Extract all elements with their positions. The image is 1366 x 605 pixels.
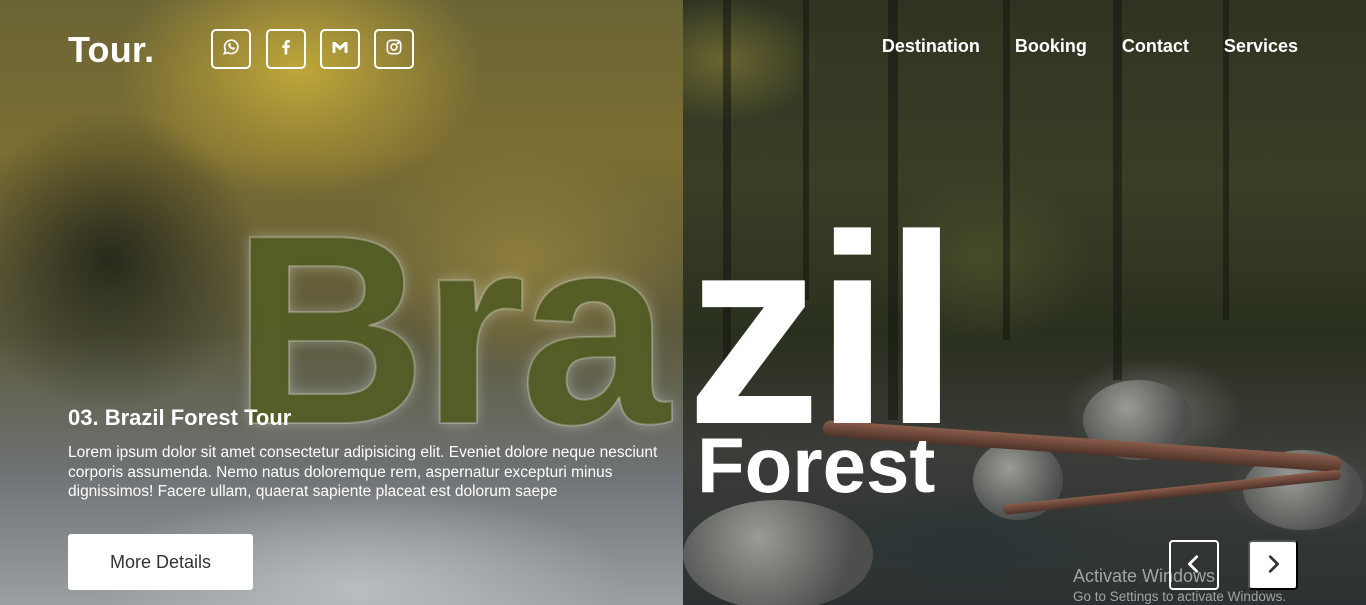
watermark-line2: Go to Settings to activate Windows. — [1073, 589, 1287, 604]
nav-services[interactable]: Services — [1224, 36, 1298, 57]
nav-booking[interactable]: Booking — [1015, 36, 1087, 57]
nav-contact[interactable]: Contact — [1122, 36, 1189, 57]
gmail-link[interactable] — [320, 29, 360, 69]
slider-prev-button[interactable] — [1169, 540, 1219, 590]
main-nav: Destination Booking Contact Services — [882, 36, 1298, 57]
hero-subtitle: Forest — [697, 421, 936, 509]
instagram-icon — [384, 37, 404, 61]
tour-title: 03. Brazil Forest Tour — [68, 405, 292, 430]
site-logo[interactable]: Tour. — [68, 29, 154, 71]
facebook-link[interactable] — [266, 29, 306, 69]
nav-destination[interactable]: Destination — [882, 36, 980, 57]
tour-description: Lorem ipsum dolor sit amet consectetur a… — [68, 444, 658, 500]
facebook-icon — [276, 37, 296, 61]
whatsapp-link[interactable] — [211, 29, 251, 69]
chevron-left-icon — [1183, 553, 1205, 578]
hero-word-left: Bra — [231, 180, 671, 481]
slider-next-button[interactable] — [1248, 540, 1298, 590]
whatsapp-icon — [221, 37, 241, 61]
more-details-button[interactable]: More Details — [68, 534, 253, 590]
chevron-right-icon — [1262, 553, 1284, 578]
instagram-link[interactable] — [374, 29, 414, 69]
gmail-icon — [330, 37, 350, 61]
